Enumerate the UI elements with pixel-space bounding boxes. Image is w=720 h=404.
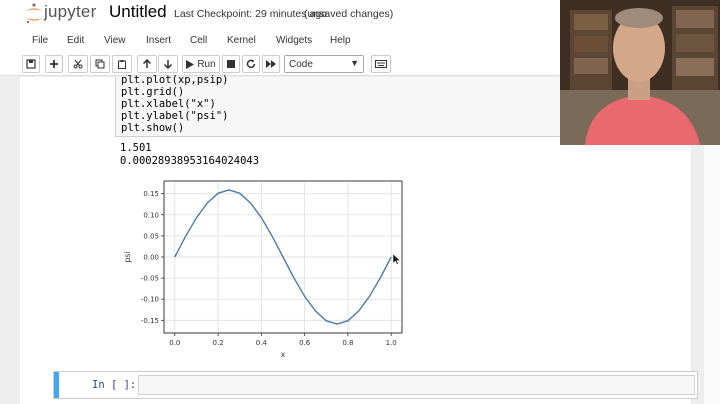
y-tick-label: 0.15 bbox=[143, 190, 159, 198]
insert-cell-button[interactable] bbox=[45, 55, 63, 73]
chevron-down-icon: ▼ bbox=[350, 58, 359, 68]
unsaved-status: (unsaved changes) bbox=[304, 8, 394, 20]
code-line: plt.ylabel("psi") bbox=[121, 110, 229, 122]
x-tick-label: 0.4 bbox=[256, 339, 268, 347]
new-code-cell[interactable]: In [ ]: bbox=[53, 371, 698, 399]
command-palette-button[interactable] bbox=[371, 55, 391, 73]
add-cell-icon bbox=[50, 60, 58, 68]
x-tick-label: 0.2 bbox=[213, 339, 224, 347]
y-tick-label: -0.05 bbox=[141, 275, 159, 283]
cut-button[interactable] bbox=[68, 55, 88, 73]
paste-icon bbox=[118, 60, 126, 69]
copy-icon bbox=[95, 59, 105, 69]
menu-view[interactable]: View bbox=[104, 35, 126, 46]
x-tick-label: 0.8 bbox=[342, 339, 353, 347]
save-button[interactable] bbox=[22, 55, 40, 73]
code-line: plt.xlabel("x") bbox=[121, 98, 216, 110]
paste-button[interactable] bbox=[112, 55, 132, 73]
menu-edit[interactable]: Edit bbox=[67, 35, 84, 46]
y-axis-label: psi bbox=[123, 252, 132, 263]
run-button[interactable]: Run bbox=[182, 55, 220, 73]
menu-widgets[interactable]: Widgets bbox=[276, 35, 312, 46]
y-tick-label: 0.10 bbox=[143, 211, 159, 219]
menu-cell[interactable]: Cell bbox=[190, 35, 207, 46]
cell-type-value: Code bbox=[289, 59, 313, 70]
code-cell-input[interactable]: plt.plot(xp,psip) plt.grid() plt.xlabel(… bbox=[115, 74, 591, 137]
plot-output: 0.0 0.2 0.4 0.6 0.8 1.0 0.15 0.10 0.05 0.00 -0.05 -… bbox=[123, 180, 403, 359]
keyboard-icon bbox=[375, 60, 387, 68]
output-line: 1.501 bbox=[120, 142, 152, 154]
menu-file[interactable]: File bbox=[32, 35, 48, 46]
y-tick-label: 0.00 bbox=[143, 254, 159, 262]
notebook-title[interactable]: Untitled bbox=[109, 2, 167, 22]
x-axis-label: x bbox=[281, 350, 286, 359]
move-down-button[interactable] bbox=[158, 55, 178, 73]
fast-forward-icon bbox=[266, 60, 276, 68]
x-tick-label: 1.0 bbox=[386, 339, 397, 347]
jupyter-logo-icon[interactable] bbox=[22, 2, 46, 26]
cut-icon bbox=[73, 59, 83, 69]
code-line: plt.grid() bbox=[121, 86, 185, 98]
run-icon bbox=[186, 59, 195, 69]
stop-icon bbox=[227, 60, 235, 68]
move-down-icon bbox=[163, 60, 173, 69]
code-line: plt.show() bbox=[121, 122, 185, 134]
jupyter-logo-text[interactable]: jupyter bbox=[44, 2, 96, 22]
move-up-button[interactable] bbox=[137, 55, 157, 73]
x-tick-label: 0.6 bbox=[299, 339, 311, 347]
run-button-label: Run bbox=[197, 58, 216, 70]
input-prompt: In [ ]: bbox=[92, 379, 137, 391]
output-line: 0.00028938953164024043 bbox=[120, 155, 260, 167]
menu-help[interactable]: Help bbox=[330, 35, 351, 46]
cell-selection-bar bbox=[54, 372, 59, 398]
restart-icon bbox=[246, 59, 256, 69]
menu-kernel[interactable]: Kernel bbox=[227, 35, 256, 46]
x-tick-label: 0.0 bbox=[169, 339, 180, 347]
restart-run-all-button[interactable] bbox=[262, 55, 280, 73]
save-icon bbox=[26, 59, 36, 69]
menu-insert[interactable]: Insert bbox=[146, 35, 171, 46]
y-tick-label: 0.05 bbox=[143, 232, 159, 240]
interrupt-button[interactable] bbox=[222, 55, 240, 73]
y-tick-label: -0.15 bbox=[141, 317, 159, 325]
new-cell-input[interactable] bbox=[138, 375, 695, 395]
restart-button[interactable] bbox=[242, 55, 260, 73]
move-up-icon bbox=[142, 59, 152, 68]
presenter-webcam bbox=[560, 0, 720, 145]
cell-type-select[interactable]: Code ▼ bbox=[284, 55, 364, 73]
code-line: plt.plot(xp,psip) bbox=[121, 74, 229, 86]
copy-button[interactable] bbox=[90, 55, 110, 73]
y-tick-label: -0.10 bbox=[141, 296, 159, 304]
